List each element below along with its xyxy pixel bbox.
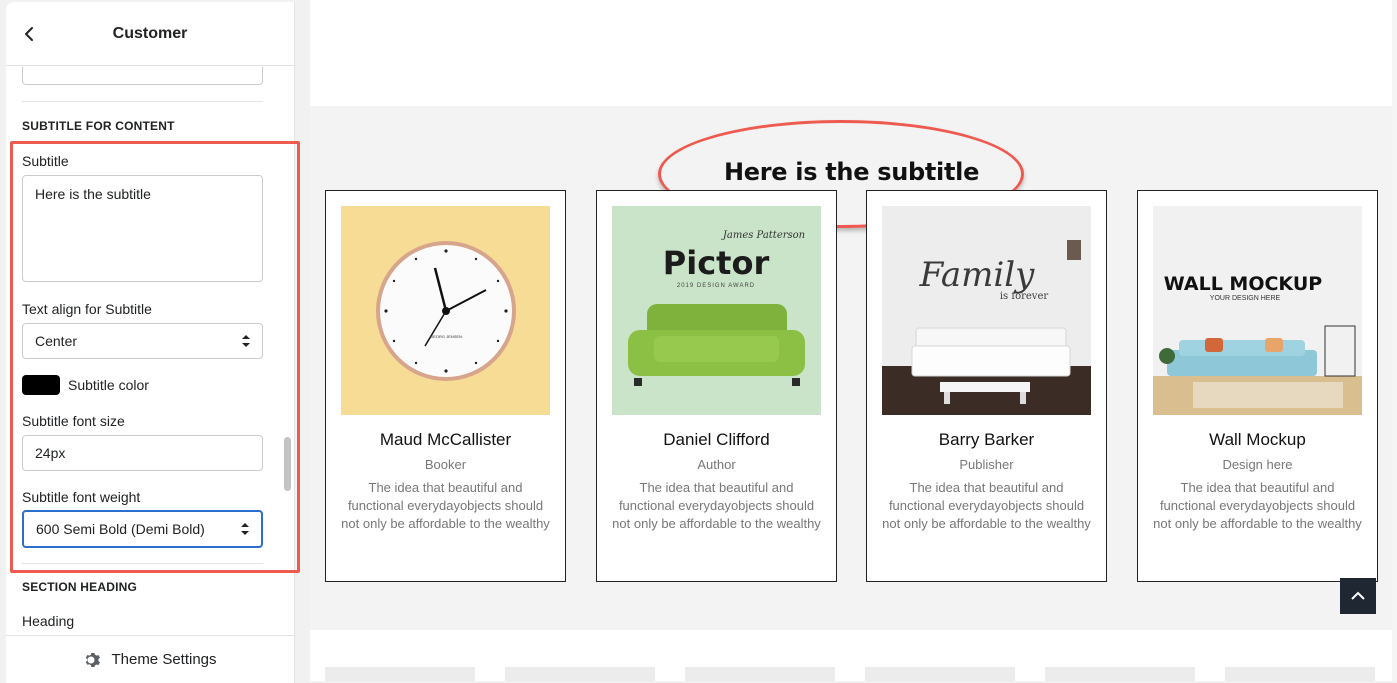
team-card[interactable]: GEORG JENSEN Maud McCallister Booker The… xyxy=(325,190,566,582)
placeholder-block xyxy=(1045,667,1195,681)
team-section: Here is the subtitle GEORG JENSEN Maud M… xyxy=(310,106,1393,630)
gear-icon xyxy=(86,652,101,667)
team-card[interactable]: WALL MOCKUP YOUR DESIGN HERE Wall Mockup… xyxy=(1137,190,1378,582)
text-align-value: Center xyxy=(35,333,78,349)
card-image-family-wall: Family is forever xyxy=(882,206,1091,415)
font-weight-value: 600 Semi Bold (Demi Bold) xyxy=(36,521,205,537)
card-name: Wall Mockup xyxy=(1209,430,1306,449)
preview-header-area xyxy=(310,0,1393,106)
svg-text:YOUR DESIGN HERE: YOUR DESIGN HERE xyxy=(1210,295,1281,302)
theme-settings-label: Theme Settings xyxy=(111,651,217,668)
card-role: Booker xyxy=(424,457,467,472)
sidebar-scrollbar-thumb[interactable] xyxy=(284,437,291,491)
card-role: Author xyxy=(697,457,736,472)
chevron-up-icon xyxy=(1351,591,1365,600)
subtitle-color-swatch[interactable] xyxy=(22,375,60,395)
section-heading-heading: SECTION HEADING xyxy=(22,580,138,594)
card-name: Maud McCallister xyxy=(379,430,512,449)
placeholder-block xyxy=(1225,667,1375,681)
back-arrow-icon[interactable] xyxy=(20,23,38,45)
next-section xyxy=(310,630,1393,681)
subtitle-label: Subtitle xyxy=(22,153,69,169)
svg-text:James Patterson: James Patterson xyxy=(721,230,805,241)
font-weight-select[interactable]: 600 Semi Bold (Demi Bold) xyxy=(22,510,263,548)
theme-editor-sidebar: Customer SUBTITLE FOR CONTENT Subtitle H… xyxy=(6,2,295,683)
card-name: Barry Barker xyxy=(938,430,1035,449)
placeholder-block xyxy=(325,667,475,681)
text-align-label: Text align for Subtitle xyxy=(22,301,152,317)
card-description: The idea that beautiful and functional e… xyxy=(882,480,1091,531)
placeholder-block xyxy=(685,667,835,681)
heading-label: Heading xyxy=(22,613,75,629)
sofa-icon: James Patterson Pictor 2019 DESIGN AWARD xyxy=(628,230,805,386)
section-heading-subtitle: SUBTITLE FOR CONTENT xyxy=(22,119,175,133)
team-card[interactable]: James Patterson Pictor 2019 DESIGN AWARD… xyxy=(596,190,837,582)
previous-field-input[interactable] xyxy=(22,67,263,85)
select-arrows-icon xyxy=(241,523,249,535)
card-image-sofa: James Patterson Pictor 2019 DESIGN AWARD xyxy=(612,206,821,415)
card-description: The idea that beautiful and functional e… xyxy=(1153,480,1362,531)
svg-text:WALL MOCKUP: WALL MOCKUP xyxy=(1164,273,1322,295)
select-arrows-icon xyxy=(242,335,250,347)
card-name: Daniel Clifford xyxy=(663,430,770,449)
svg-text:Pictor: Pictor xyxy=(663,244,770,282)
subtitle-textarea[interactable]: Here is the subtitle xyxy=(22,175,263,282)
living-room-icon: Family is forever xyxy=(882,206,1091,415)
divider xyxy=(22,101,263,102)
sidebar-title: Customer xyxy=(112,24,188,42)
svg-text:2019 DESIGN AWARD: 2019 DESIGN AWARD xyxy=(677,283,755,289)
font-size-value: 24px xyxy=(35,445,66,461)
font-size-input[interactable]: 24px xyxy=(22,435,263,471)
settings-panel: SUBTITLE FOR CONTENT Subtitle Here is th… xyxy=(6,67,294,635)
theme-settings-button[interactable]: Theme Settings xyxy=(6,635,294,683)
subtitle-color-label: Subtitle color xyxy=(68,377,149,393)
card-role: Design here xyxy=(1222,457,1293,472)
card-description: The idea that beautiful and functional e… xyxy=(612,480,821,531)
font-size-label: Subtitle font size xyxy=(22,413,125,429)
wall-mockup-icon: WALL MOCKUP YOUR DESIGN HERE xyxy=(1153,206,1362,415)
card-description: The idea that beautiful and functional e… xyxy=(341,480,550,531)
font-weight-label: Subtitle font weight xyxy=(22,489,141,505)
scroll-to-top-button[interactable] xyxy=(1340,578,1376,614)
card-image-wall-mockup: WALL MOCKUP YOUR DESIGN HERE xyxy=(1153,206,1362,415)
window-edge xyxy=(1392,0,1397,681)
text-align-select[interactable]: Center xyxy=(22,323,263,359)
card-image-clock: GEORG JENSEN xyxy=(341,206,550,415)
divider xyxy=(22,563,263,564)
sidebar-header: Customer xyxy=(6,2,294,66)
clock-icon: GEORG JENSEN xyxy=(376,241,516,381)
team-card[interactable]: Family is forever Barry Barker Publisher… xyxy=(866,190,1107,582)
svg-text:Family: Family xyxy=(919,255,1036,295)
placeholder-block xyxy=(505,667,655,681)
svg-text:is forever: is forever xyxy=(1000,291,1048,302)
card-role: Publisher xyxy=(959,457,1014,472)
placeholder-block xyxy=(865,667,1015,681)
store-preview: Here is the subtitle GEORG JENSEN Maud M… xyxy=(310,0,1393,681)
svg-text:GEORG JENSEN: GEORG JENSEN xyxy=(430,334,462,339)
